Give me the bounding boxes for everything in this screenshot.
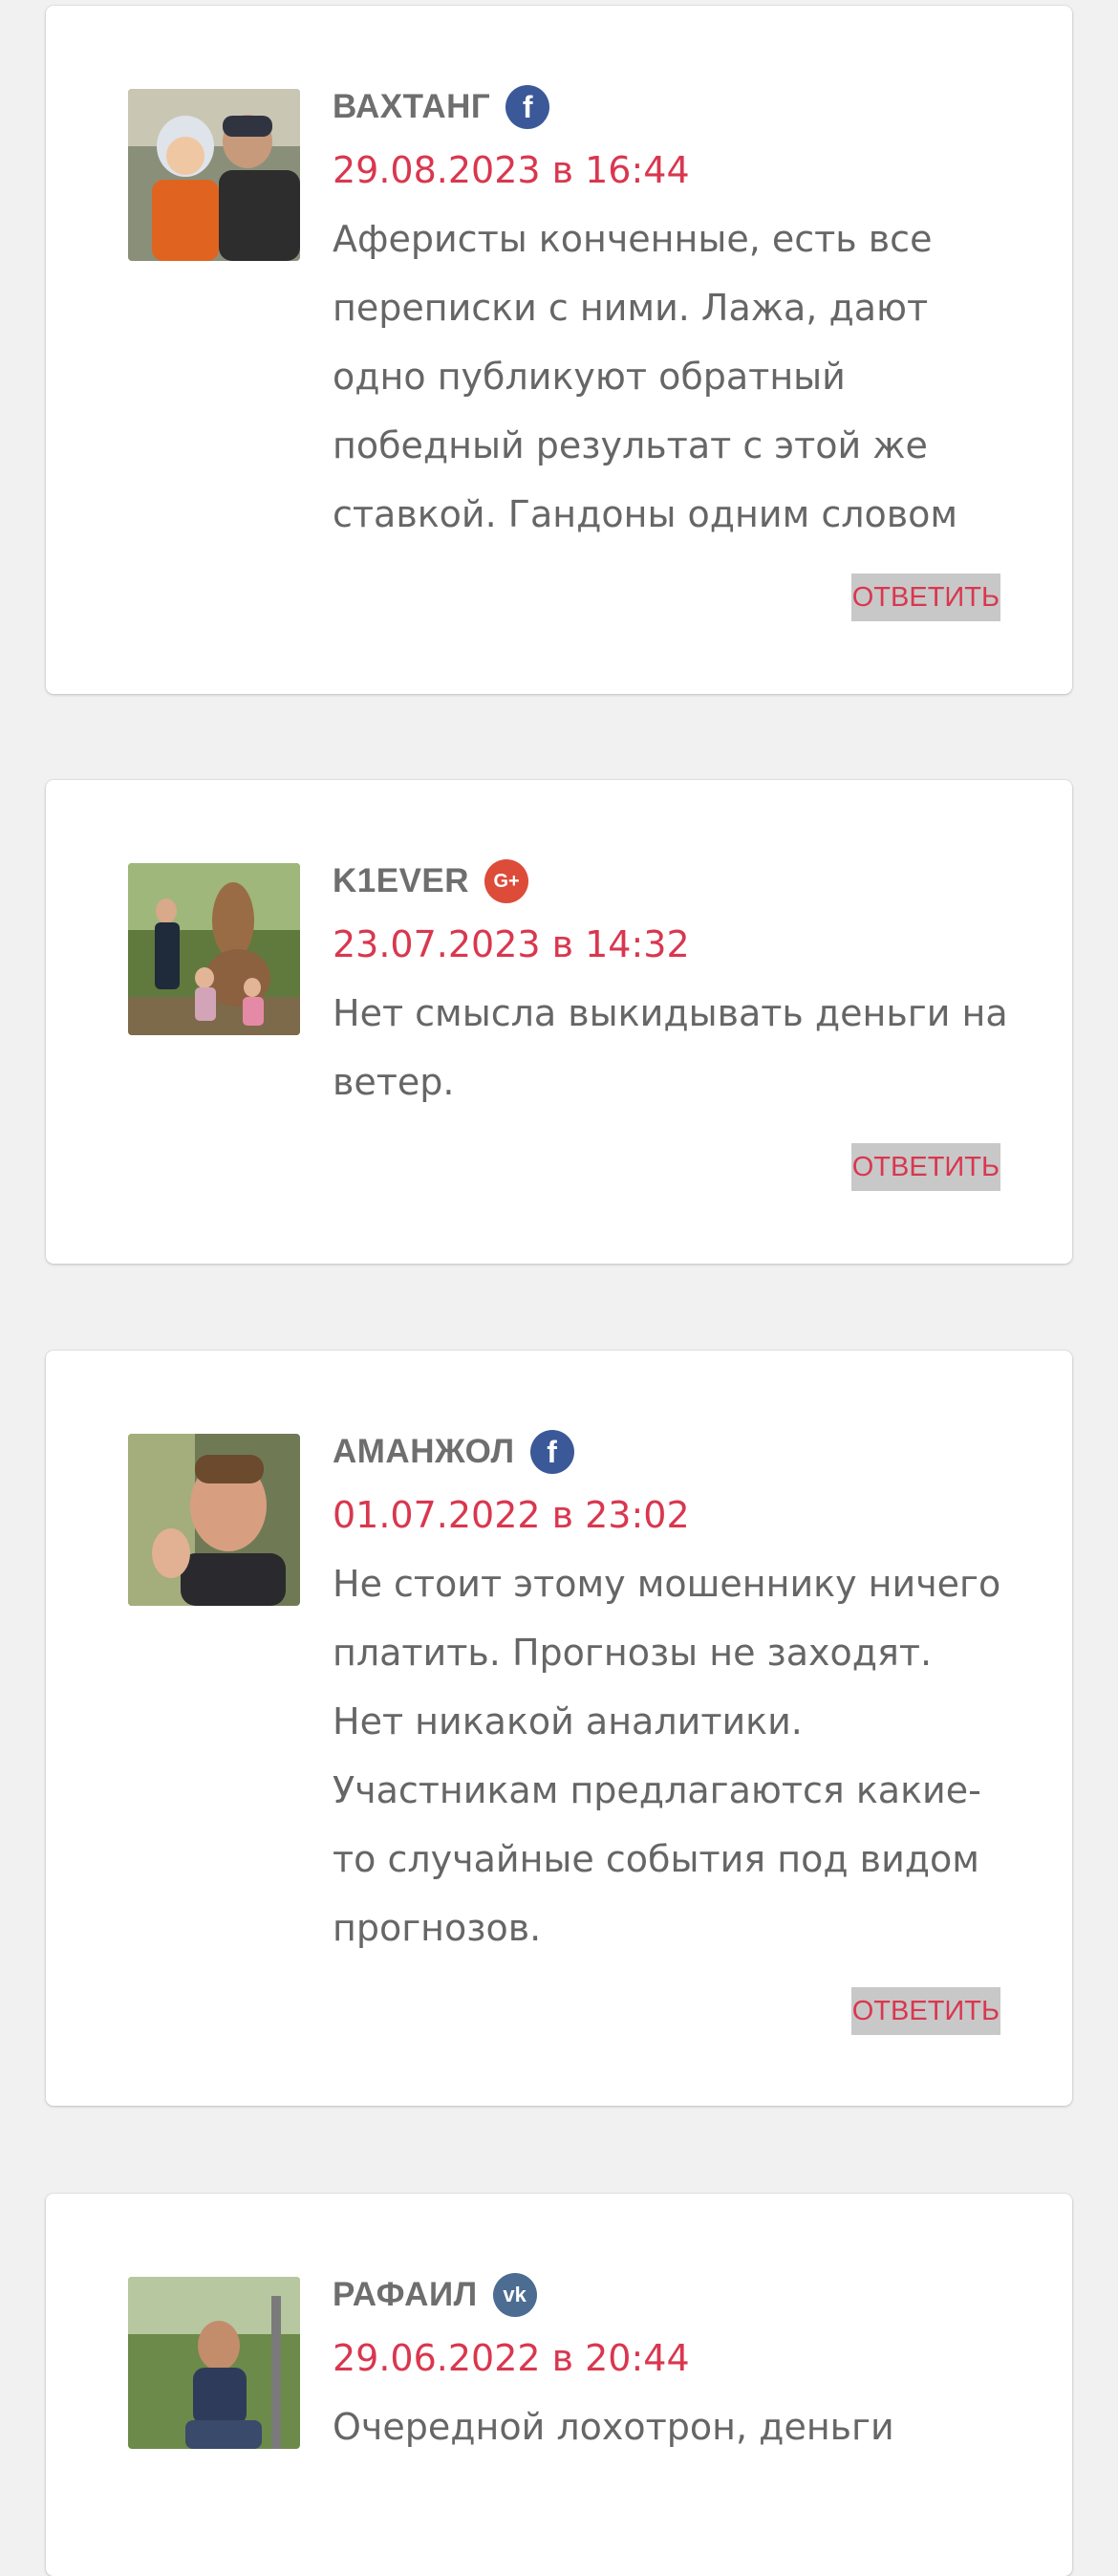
comment-body: K1EVER G+ 23.07.2023 в 14:32 Нет смысла … [333, 856, 1011, 1116]
comment-date: 01.07.2022 в 23:02 [333, 1494, 690, 1536]
comment-body: АМАНЖОЛ f 01.07.2022 в 23:02 Не стоит эт… [333, 1427, 1011, 1962]
facebook-icon: f [529, 1430, 574, 1474]
avatar-image [128, 2277, 300, 2449]
comment-date: 29.06.2022 в 20:44 [333, 2337, 690, 2379]
comment-card: РАФАИЛ vk 29.06.2022 в 20:44 Очередной л… [46, 2194, 1072, 2576]
comment-date: 23.07.2023 в 14:32 [333, 923, 690, 965]
reply-button[interactable]: ОТВЕТИТЬ [850, 574, 1000, 621]
comment-card: K1EVER G+ 23.07.2023 в 14:32 Нет смысла … [46, 780, 1072, 1264]
comment-text: Очередной лохотрон, деньги [333, 2406, 894, 2448]
comment-text: Нет смысла выкидывать деньги на ветер. [333, 992, 1008, 1103]
comment-author[interactable]: АМАНЖОЛ [333, 1433, 515, 1471]
comment-body: РАФАИЛ vk 29.06.2022 в 20:44 Очередной л… [333, 2270, 1011, 2461]
avatar-image [128, 1434, 300, 1606]
avatar-image [128, 863, 300, 1035]
comment-author[interactable]: K1EVER [333, 862, 469, 900]
avatar[interactable] [128, 89, 300, 261]
vk-icon: vk [492, 2273, 537, 2317]
avatar[interactable] [128, 2277, 300, 2449]
avatar-image [128, 89, 300, 261]
avatar[interactable] [128, 1434, 300, 1606]
comment-text: Не стоит этому мошеннику ничего платить.… [333, 1563, 1001, 1949]
reply-button[interactable]: ОТВЕТИТЬ [850, 1143, 1000, 1191]
reply-button[interactable]: ОТВЕТИТЬ [850, 1987, 1000, 2035]
google-plus-icon: G+ [484, 859, 529, 903]
comment-card: АМАНЖОЛ f 01.07.2022 в 23:02 Не стоит эт… [46, 1351, 1072, 2106]
comment-date: 29.08.2023 в 16:44 [333, 149, 690, 191]
comment-card: ВАХТАНГ f 29.08.2023 в 16:44 Аферисты ко… [46, 6, 1072, 694]
comment-author[interactable]: РАФАИЛ [333, 2276, 478, 2314]
comment-author[interactable]: ВАХТАНГ [333, 88, 490, 126]
facebook-icon: f [505, 85, 550, 129]
avatar[interactable] [128, 863, 300, 1035]
comment-text: Аферисты конченные, есть все переписки с… [333, 218, 958, 535]
comment-body: ВАХТАНГ f 29.08.2023 в 16:44 Аферисты ко… [333, 82, 1011, 549]
